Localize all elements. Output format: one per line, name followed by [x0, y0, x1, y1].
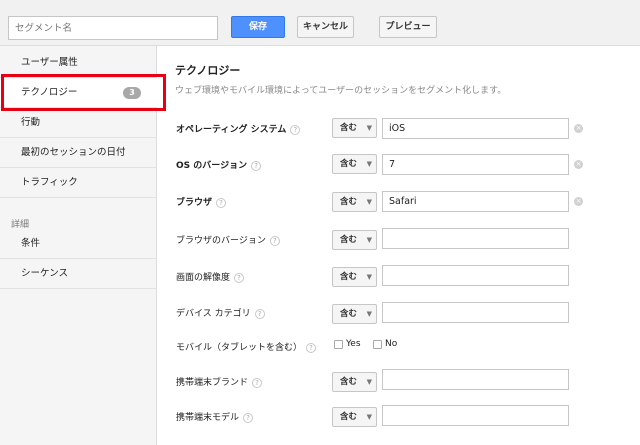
- screen-resolution-label: 画面の解像度?: [176, 270, 245, 283]
- os-version-value-input[interactable]: 7: [382, 154, 569, 175]
- help-icon[interactable]: ?: [216, 197, 227, 208]
- highlight-box: [1, 74, 166, 111]
- os-version-operator-select[interactable]: 含む ▼: [332, 154, 377, 174]
- cancel-button[interactable]: キャンセル: [297, 16, 354, 38]
- device-category-label: デバイス カテゴリ?: [176, 306, 265, 319]
- browser-version-operator-select[interactable]: 含む ▼: [332, 230, 377, 250]
- mobile-label: モバイル（タブレットを含む）?: [176, 340, 317, 353]
- os-label: オペレーティング システム?: [176, 122, 301, 135]
- operator-value: 含む: [340, 309, 358, 319]
- device-category-operator-select[interactable]: 含む ▼: [332, 304, 377, 324]
- save-button[interactable]: 保存: [231, 16, 285, 38]
- sidebar-item-behavior[interactable]: 行動: [0, 108, 157, 138]
- chevron-down-icon: ▼: [366, 310, 372, 318]
- os-value-input[interactable]: iOS: [382, 118, 569, 139]
- mobile-yes-label: Yes: [346, 339, 361, 349]
- help-icon[interactable]: ?: [269, 235, 280, 246]
- screen-resolution-value-input[interactable]: [382, 265, 569, 286]
- row-label-text: 携帯端末モデル: [176, 413, 240, 423]
- chevron-down-icon: ▼: [366, 160, 372, 168]
- browser-label: ブラウザ?: [176, 195, 227, 208]
- mobile-model-operator-select[interactable]: 含む ▼: [332, 407, 377, 427]
- clear-icon[interactable]: ×: [574, 160, 583, 169]
- row-label-text: モバイル（タブレットを含む）: [176, 343, 303, 353]
- help-icon[interactable]: ?: [251, 160, 262, 171]
- mobile-model-value-input[interactable]: [382, 405, 569, 426]
- operator-value: 含む: [340, 272, 358, 282]
- row-label-text: オペレーティング システム: [176, 125, 287, 135]
- row-label-text: ブラウザ: [176, 198, 213, 208]
- segment-name-input[interactable]: [8, 16, 218, 40]
- operator-value: 含む: [340, 377, 358, 387]
- os-version-label: OS のバージョン?: [176, 158, 262, 171]
- chevron-down-icon: ▼: [366, 273, 372, 281]
- sidebar-item-label: 最初のセッションの日付: [21, 147, 126, 158]
- mobile-no-checkbox[interactable]: [373, 340, 382, 349]
- operator-value: 含む: [340, 412, 358, 422]
- row-label-text: ブラウザのバージョン: [176, 236, 266, 246]
- sidebar-item-label: 条件: [21, 238, 41, 249]
- chevron-down-icon: ▼: [366, 124, 372, 132]
- mobile-model-label: 携帯端末モデル?: [176, 410, 254, 423]
- sidebar-item-conditions[interactable]: 条件: [0, 229, 157, 259]
- os-operator-select[interactable]: 含む ▼: [332, 118, 377, 138]
- device-category-value-input[interactable]: [382, 302, 569, 323]
- section-description: ウェブ環境やモバイル環境によってユーザーのセッションをセグメント化します。: [175, 86, 507, 96]
- preview-button[interactable]: プレビュー: [379, 16, 437, 38]
- operator-value: 含む: [340, 235, 358, 245]
- chevron-down-icon: ▼: [366, 413, 372, 421]
- clear-icon[interactable]: ×: [574, 124, 583, 133]
- sidebar-item-traffic[interactable]: トラフィック: [0, 168, 157, 198]
- help-icon[interactable]: ?: [306, 342, 317, 353]
- sidebar-item-label: トラフィック: [21, 177, 78, 188]
- operator-value: 含む: [340, 123, 358, 133]
- mobile-yes-checkbox[interactable]: [334, 340, 343, 349]
- chevron-down-icon: ▼: [366, 198, 372, 206]
- section-title: テクノロジー: [175, 64, 241, 77]
- row-label-text: 携帯端末ブランド: [176, 378, 249, 388]
- help-icon[interactable]: ?: [290, 124, 301, 135]
- help-icon[interactable]: ?: [234, 272, 245, 283]
- mobile-brand-operator-select[interactable]: 含む ▼: [332, 372, 377, 392]
- mobile-brand-value-input[interactable]: [382, 369, 569, 390]
- sidebar-item-label: ユーザー属性: [21, 57, 78, 68]
- help-icon[interactable]: ?: [252, 377, 263, 388]
- row-label-text: 画面の解像度: [176, 273, 231, 283]
- mobile-brand-label: 携帯端末ブランド?: [176, 375, 263, 388]
- mobile-no-label: No: [385, 339, 398, 349]
- clear-icon[interactable]: ×: [574, 197, 583, 206]
- operator-value: 含む: [340, 159, 358, 169]
- browser-value-input[interactable]: Safari: [382, 191, 569, 212]
- row-label-text: OS のバージョン: [176, 161, 248, 171]
- sidebar-item-first-session-date[interactable]: 最初のセッションの日付: [0, 138, 157, 168]
- browser-version-label: ブラウザのバージョン?: [176, 233, 280, 246]
- help-icon[interactable]: ?: [243, 412, 254, 423]
- browser-version-value-input[interactable]: [382, 228, 569, 249]
- chevron-down-icon: ▼: [366, 236, 372, 244]
- toolbar: 保存 キャンセル プレビュー: [0, 0, 640, 46]
- screen-resolution-operator-select[interactable]: 含む ▼: [332, 267, 377, 287]
- row-label-text: デバイス カテゴリ: [176, 309, 251, 319]
- chevron-down-icon: ▼: [366, 378, 372, 386]
- sidebar-item-label: シーケンス: [21, 268, 69, 279]
- help-icon[interactable]: ?: [254, 308, 265, 319]
- browser-operator-select[interactable]: 含む ▼: [332, 192, 377, 212]
- operator-value: 含む: [340, 197, 358, 207]
- sidebar-item-sequences[interactable]: シーケンス: [0, 259, 157, 289]
- sidebar-item-label: 行動: [21, 117, 41, 128]
